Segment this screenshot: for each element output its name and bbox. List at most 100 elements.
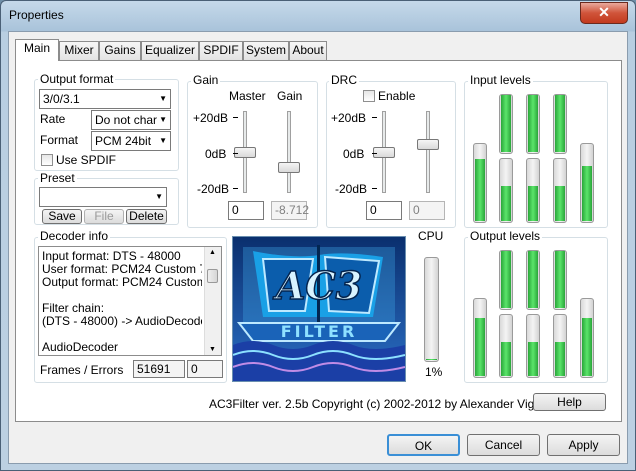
tab-label: Gains <box>104 43 136 57</box>
rate-select[interactable]: Do not char ▼ <box>91 110 171 130</box>
master-value: 0 <box>232 203 239 217</box>
cpu-meter <box>424 257 439 362</box>
info-line: Output format: PCM24 Custom 7ch <box>42 275 202 289</box>
tab-equalizer[interactable]: Equalizer <box>141 41 199 60</box>
level-fill <box>501 251 511 308</box>
info-line: (DTS - 48000) -> AudioDecoder -> <box>42 314 202 328</box>
level-fill <box>528 341 538 376</box>
format-select[interactable]: PCM 24bit ▼ <box>91 131 171 151</box>
level-fill <box>501 186 511 221</box>
help-button[interactable]: Help <box>533 393 606 411</box>
cancel-button[interactable]: Cancel <box>467 434 540 456</box>
save-preset-button[interactable]: Save <box>42 209 82 224</box>
file-preset-button[interactable]: File <box>84 209 124 224</box>
frames-errors-label: Frames / Errors <box>40 363 124 377</box>
chevron-down-icon: ▼ <box>209 346 216 353</box>
drc-slider2-track[interactable] <box>426 111 430 193</box>
title-bar[interactable]: Properties ✕ <box>1 1 636 31</box>
drc-value2-field[interactable]: 0 <box>409 201 445 220</box>
tab-label: SPDIF <box>203 43 239 57</box>
rate-value: Do not char <box>95 113 158 127</box>
gain-scale-mid: 0dB <box>205 147 227 161</box>
input-level-meter <box>473 143 487 223</box>
input-level-meter <box>580 143 594 223</box>
tab-system[interactable]: System <box>243 41 289 60</box>
tab-about[interactable]: About <box>289 41 327 60</box>
tick-mark <box>372 188 377 189</box>
tick-mark <box>372 153 377 154</box>
level-fill <box>582 166 592 221</box>
close-button[interactable]: ✕ <box>580 2 628 24</box>
output-level-meter <box>526 250 540 310</box>
ship-logo-icon: AC3 FILTER <box>233 237 405 381</box>
use-spdif-checkbox[interactable] <box>41 154 53 166</box>
tab-label: Mixer <box>64 43 94 57</box>
cpu-label: CPU <box>418 229 444 243</box>
gain-value-field[interactable]: -8.712 <box>271 201 310 220</box>
drc-value1: 0 <box>370 203 377 217</box>
apply-button[interactable]: Apply <box>547 434 620 456</box>
decoder-info-label: Decoder info <box>38 229 111 243</box>
master-value-field[interactable]: 0 <box>228 201 264 220</box>
gain-slider-track[interactable] <box>287 111 291 193</box>
level-fill <box>555 341 565 376</box>
errors-field: 0 <box>187 360 223 378</box>
drc-slider2-thumb[interactable] <box>417 139 439 151</box>
output-format-value: 3/0/3.1 <box>43 92 80 106</box>
preset-label: Preset <box>38 171 77 185</box>
input-level-meter <box>526 94 540 154</box>
chevron-down-icon: ▼ <box>159 94 167 103</box>
frames-field: 51691 <box>133 360 185 378</box>
drc-value1-field[interactable]: 0 <box>366 201 402 220</box>
decoder-info-scrollbar[interactable]: ▲ ▼ <box>204 247 221 355</box>
output-level-meter <box>553 314 567 378</box>
tab-gains[interactable]: Gains <box>99 41 141 60</box>
errors-value: 0 <box>191 362 198 376</box>
level-fill <box>555 186 565 221</box>
level-fill <box>475 317 485 376</box>
chevron-up-icon: ▲ <box>209 249 216 256</box>
gain-group-label: Gain <box>191 73 221 87</box>
input-level-meter <box>553 158 567 223</box>
gain-slider-thumb[interactable] <box>278 162 300 174</box>
preset-select[interactable]: ▼ <box>39 187 167 207</box>
output-level-meter <box>473 298 487 378</box>
tab-label: System <box>245 43 286 57</box>
output-level-meter <box>553 250 567 310</box>
level-fill <box>528 186 538 221</box>
chevron-down-icon: ▼ <box>159 136 167 145</box>
tick-mark <box>233 117 238 118</box>
output-level-meter <box>580 298 594 378</box>
gain-label: Gain <box>277 89 303 103</box>
format-value: PCM 24bit <box>95 134 152 148</box>
delete-preset-button[interactable]: Delete <box>126 209 167 224</box>
ok-button[interactable]: OK <box>387 434 460 456</box>
tab-label: Main <box>23 41 50 55</box>
gain-scale-bottom: -20dB <box>197 182 230 196</box>
level-fill <box>555 95 565 152</box>
tab-spdif[interactable]: SPDIF <box>199 41 243 60</box>
gain-value: -8.712 <box>275 203 310 217</box>
tick-mark <box>233 188 238 189</box>
level-fill <box>528 251 538 308</box>
drc-enable-checkbox[interactable] <box>363 90 375 102</box>
scrollbar-thumb[interactable] <box>207 269 218 283</box>
chevron-down-icon: ▼ <box>159 115 167 124</box>
tab-mixer[interactable]: Mixer <box>59 41 99 60</box>
rate-label: Rate <box>40 112 66 126</box>
window-title: Properties <box>9 8 64 22</box>
level-fill <box>501 95 511 152</box>
master-slider-thumb[interactable] <box>234 146 256 158</box>
output-level-meter <box>526 314 540 378</box>
drc-slider1-thumb[interactable] <box>373 146 395 158</box>
cpu-percent: 1% <box>425 365 443 379</box>
properties-window: Properties ✕ Main Mixer Gains Equalizer … <box>0 0 636 471</box>
output-format-select[interactable]: 3/0/3.1 ▼ <box>39 89 171 109</box>
decoder-info-text[interactable]: Input format: DTS - 48000 User format: P… <box>38 246 222 356</box>
input-level-meter <box>526 158 540 223</box>
close-icon: ✕ <box>598 4 610 20</box>
ok-label: OK <box>414 439 433 453</box>
tab-main[interactable]: Main <box>15 39 59 61</box>
apply-label: Apply <box>568 438 599 452</box>
drc-scale-bottom: -20dB <box>335 182 368 196</box>
